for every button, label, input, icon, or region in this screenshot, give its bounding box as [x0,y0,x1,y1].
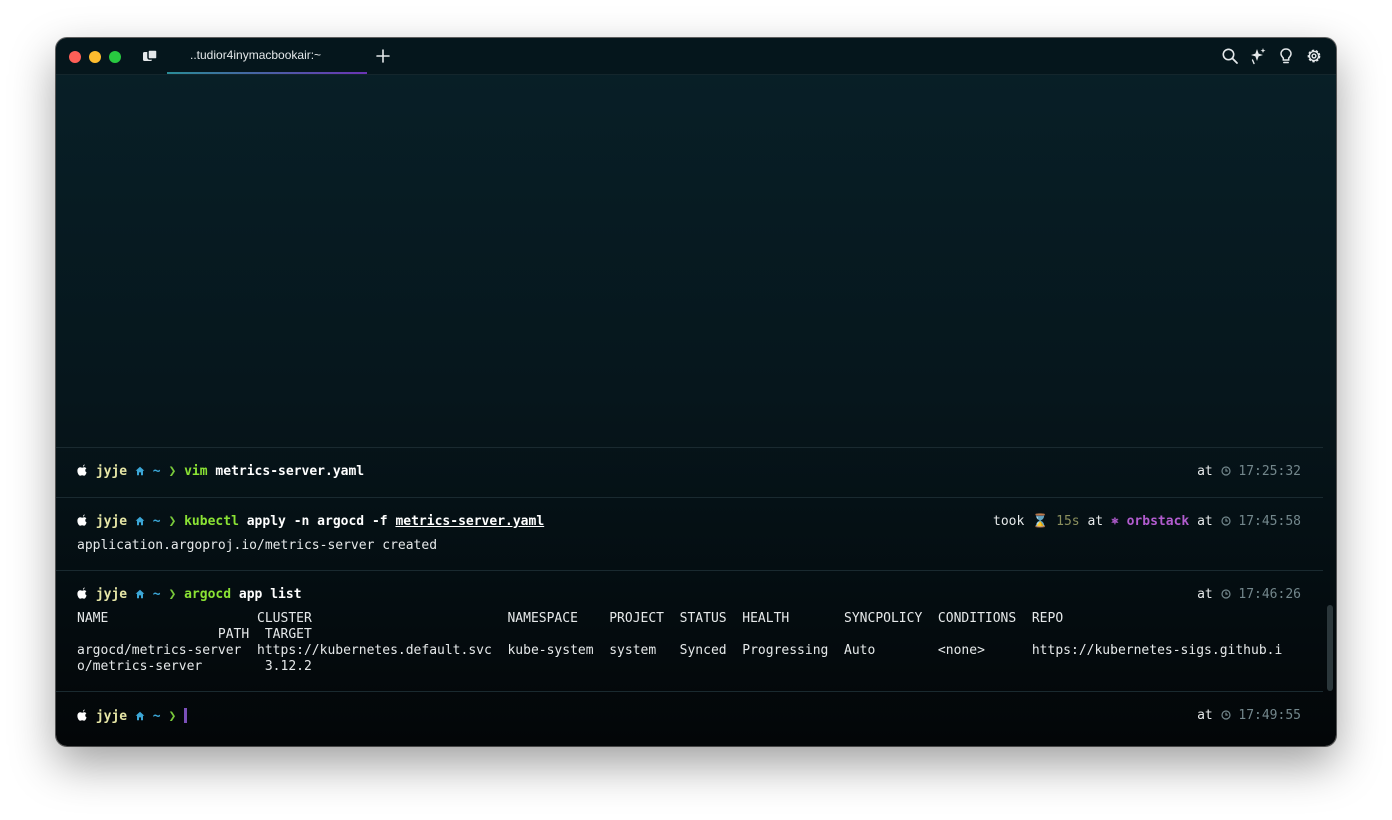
prompt-chevron: ❯ [168,709,177,724]
file-link[interactable]: metrics-server.yaml [395,514,544,529]
apple-icon [77,587,87,599]
block-status: at 17:46:26 [1197,587,1301,603]
terminal-output-area[interactable]: jyje ~ ❯ vim metrics-server.yaml at 17:2… [56,75,1336,746]
command-output-line: NAME CLUSTER NAMESPACE PROJECT STATUS HE… [77,611,1064,626]
command-name: argocd [184,587,232,602]
block-status: at 17:25:32 [1197,464,1301,480]
apple-icon [77,709,87,721]
tabs-overview-icon[interactable] [142,49,158,63]
command-output-line: PATH TARGET [77,627,312,642]
apple-icon [77,464,87,476]
lightbulb-icon[interactable] [1277,47,1295,65]
new-tab-plus-icon[interactable] [375,48,391,64]
prompt-path: ~ [152,514,161,529]
command-args: app list [238,587,302,602]
block-timestamp: 17:46:26 [1238,587,1301,602]
at-label: at [1197,587,1213,602]
command-name: vim [184,464,208,479]
prompt-path: ~ [152,587,161,602]
text-cursor[interactable] [184,708,188,723]
command-output-line: application.argoproj.io/metrics-server c… [77,538,438,553]
home-icon [135,589,145,599]
block-separator [56,447,1323,448]
gear-icon[interactable] [1305,47,1323,65]
prompt-chevron: ❯ [168,587,177,602]
prompt-path: ~ [152,709,161,724]
kube-context: orbstack [1126,514,1190,529]
block-timestamp: 17:25:32 [1238,464,1301,479]
prompt-user: jyje [95,464,128,479]
took-label: took [993,514,1025,529]
command-output-line: o/metrics-server 3.12.2 [77,659,312,674]
clock-icon [1220,710,1231,720]
command-name: kubectl [184,514,239,529]
title-bar: ..tudior4inymacbookair:~ [56,38,1336,75]
ai-sparkle-icon[interactable] [1249,47,1267,65]
prompt-user: jyje [95,514,128,529]
duration: 15s [1056,514,1080,529]
block-separator [56,497,1323,498]
terminal-window: ..tudior4inymacbookair:~ jyje ~ ❯ vim me [56,38,1336,746]
active-tab-indicator [167,72,367,74]
command-block-vim[interactable]: jyje ~ ❯ vim metrics-server.yaml [77,464,364,480]
minimize-window-button[interactable] [89,51,101,63]
home-icon [135,466,145,476]
prompt-chevron: ❯ [168,464,177,479]
home-icon [135,516,145,526]
hourglass-icon: ⌛ [1032,514,1049,529]
close-window-button[interactable] [69,51,81,63]
command-input-prompt[interactable]: jyje ~ ❯ [77,708,188,725]
scrollbar-thumb[interactable] [1327,605,1333,691]
command-output-line: argocd/metrics-server https://kubernetes… [77,643,1283,658]
command-args: apply -n argocd -f [246,514,388,529]
clock-icon [1220,466,1231,476]
block-separator [56,691,1323,692]
command-args: metrics-server.yaml [215,464,365,479]
prompt-path: ~ [152,464,161,479]
prompt-user: jyje [95,709,128,724]
block-separator [56,570,1323,571]
home-icon [135,711,145,721]
zoom-window-button[interactable] [109,51,121,63]
clock-icon [1220,589,1231,599]
at-label: at [1197,464,1213,479]
block-status: at 17:49:55 [1197,708,1301,724]
kube-context-icon: ⎈ [1110,514,1119,529]
at-label: at [1087,514,1104,529]
at-label: at [1197,514,1213,529]
block-status: took ⌛ 15s at ⎈ orbstack at 17:45:58 [993,514,1301,530]
block-timestamp: 17:49:55 [1238,708,1301,723]
prompt-chevron: ❯ [168,514,177,529]
clock-icon [1220,516,1231,526]
tab-terminal[interactable]: ..tudior4inymacbookair:~ [167,38,367,74]
command-block-argocd[interactable]: jyje ~ ❯ argocd app list [77,587,302,603]
at-label: at [1197,708,1213,723]
tab-title: ..tudior4inymacbookair:~ [190,48,322,62]
apple-icon [77,514,87,526]
search-icon[interactable] [1221,47,1239,65]
block-timestamp: 17:45:58 [1238,514,1301,529]
command-block-kubectl[interactable]: jyje ~ ❯ kubectl apply -n argocd -f metr… [77,514,544,530]
prompt-user: jyje [95,587,128,602]
